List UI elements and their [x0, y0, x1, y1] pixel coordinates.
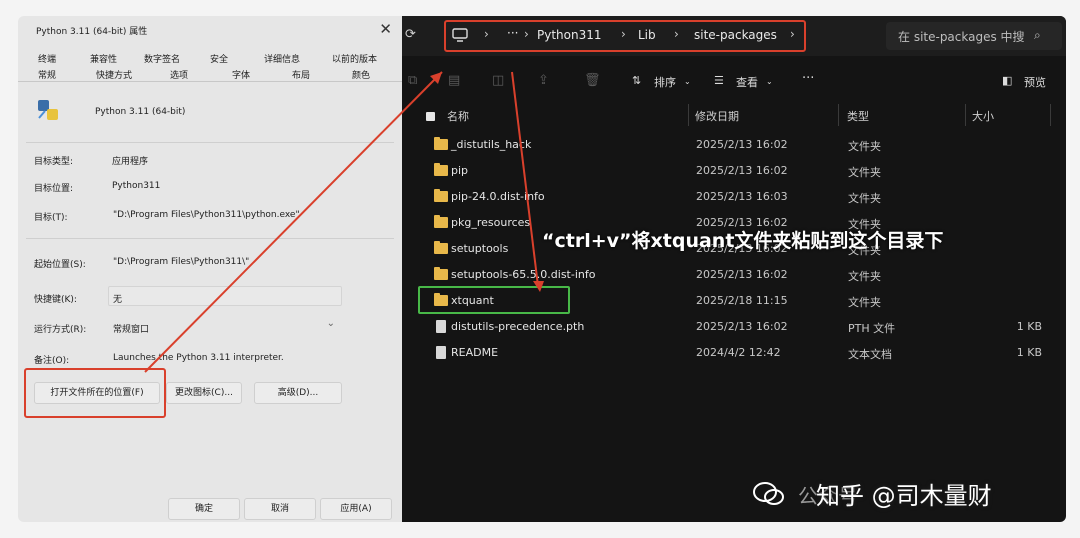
arrows-overlay: [144, 71, 544, 373]
arrow-line-xtquant: [511, 71, 539, 287]
arrow-head-xtquant: [533, 281, 544, 292]
arrow-line-address: [144, 71, 443, 373]
